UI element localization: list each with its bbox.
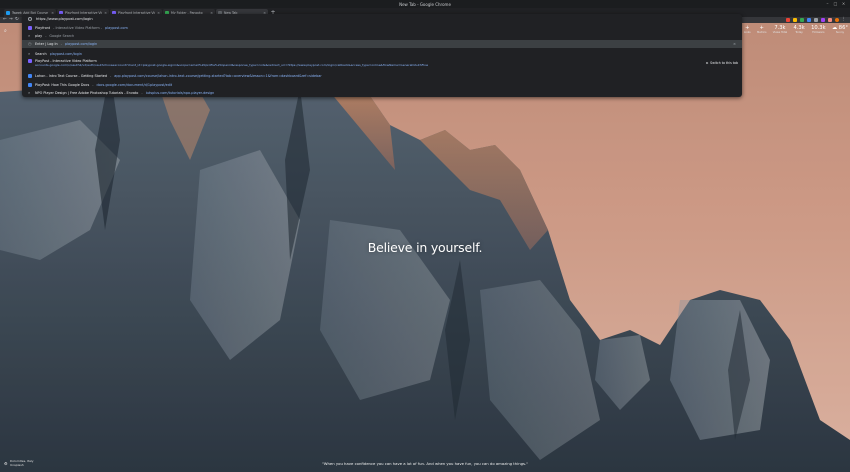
omnibox-url[interactable]: https://www.playpost.com/login	[36, 17, 93, 21]
extension-icon[interactable]	[785, 18, 790, 22]
forward-arrow-icon[interactable]: →	[9, 17, 13, 23]
widget-label: Metrics	[757, 31, 767, 34]
suggestion-title: Playfront	[35, 26, 51, 30]
suggestion-item-selected[interactable]: ◷ Enter | Log In - playpost.com/login ×	[22, 40, 742, 48]
close-icon[interactable]: ×	[841, 1, 846, 6]
extension-icon[interactable]	[806, 18, 811, 22]
extension-icon[interactable]	[799, 18, 804, 22]
profile-avatar-icon[interactable]	[834, 18, 839, 22]
minimize-icon[interactable]: –	[825, 1, 830, 6]
widget-label: Followers	[812, 31, 825, 34]
suggestion-url: docs.google.com/document/d/1playpost/edi…	[96, 82, 173, 87]
suggestion-url: playpost.com/login	[49, 52, 82, 56]
search-icon: ⌕	[28, 33, 31, 38]
suggestion-item[interactable]: PlayPost - Interactive Video Platform ac…	[22, 58, 742, 69]
search-icon[interactable]: ⌕	[4, 28, 7, 34]
suggestion-title: Enter | Log In	[35, 42, 58, 46]
settings-gear-icon[interactable]: ⚙	[4, 461, 8, 466]
back-arrow-icon[interactable]: ←	[3, 17, 7, 23]
playpost-icon	[28, 26, 32, 30]
suggestion-title: PlayPost: How This Google Docs	[35, 82, 90, 87]
suggestion-sep: -	[45, 34, 47, 38]
dashboard-widgets: + Links + Metrics 7.3k Views Total 4.3k …	[744, 25, 848, 34]
window-titlebar: New Tab - Google Chrome – □ ×	[0, 0, 850, 8]
suggestion-item[interactable]: ⌕ NPO Player Design | Free Adobe Photosh…	[22, 88, 742, 97]
omnibox-dropdown: https://www.playpost.com/login Playfront…	[22, 14, 742, 97]
suggestion-url: accounts.google.com/o/oauth2/v2/auth/oau…	[35, 63, 429, 67]
suggestion-item[interactable]: ⌕ play - Google Search	[22, 32, 742, 40]
docs-icon	[28, 82, 32, 87]
widget-label: Links	[744, 31, 751, 34]
site-favicon-icon	[28, 73, 32, 78]
extension-icon[interactable]	[792, 18, 797, 22]
widget-label: Views Total	[772, 31, 788, 34]
switch-tab-icon: ⧉	[705, 61, 709, 65]
switch-to-tab-button[interactable]: ⧉ Switch to this tab	[706, 61, 738, 65]
links-widget[interactable]: + Links	[744, 25, 751, 34]
followers-widget[interactable]: 10.3k Followers	[811, 25, 826, 34]
focus-message: Believe in yourself.	[367, 240, 483, 255]
extensions-bar: ⋮	[785, 17, 847, 23]
suggestion-sep: -	[141, 90, 143, 95]
remove-suggestion-close-icon[interactable]: ×	[733, 42, 736, 46]
omnibox-input[interactable]: https://www.playpost.com/login	[22, 14, 742, 24]
menu-kebab-icon[interactable]: ⋮	[842, 17, 847, 23]
metrics-widget[interactable]: + Metrics	[757, 25, 766, 34]
history-clock-icon: ◷	[28, 41, 32, 46]
suggestion-item[interactable]: Lahon - Intro Text Course - Getting Star…	[22, 71, 742, 80]
maximize-icon[interactable]: □	[833, 1, 838, 6]
widget-label: Today	[795, 31, 803, 34]
suggestion-url: tutsplus.com/tutorials/npo-player-design	[145, 90, 215, 95]
window-controls: – □ ×	[825, 1, 846, 6]
photo-credit[interactable]: Dolomites, Italy Unsplash	[10, 459, 34, 467]
tab-favicon-icon	[6, 11, 10, 15]
info-icon	[28, 17, 32, 21]
suggestion-title: Lahon - Intro Text Course - Getting Star…	[35, 73, 108, 78]
suggestion-sep: -	[110, 73, 112, 78]
extension-icon[interactable]	[820, 18, 825, 22]
search-icon: ⌕	[28, 89, 31, 95]
search-icon: ⌕	[28, 51, 31, 56]
suggestion-sep: -	[60, 42, 62, 46]
widget-label: Sunny	[835, 31, 845, 34]
suggestion-sep: - Interactive Video Platform -	[53, 26, 102, 30]
today-widget[interactable]: 4.3k Today	[793, 25, 804, 34]
suggestion-title: Search	[35, 52, 47, 56]
suggestion-item[interactable]: Playfront - Interactive Video Platform -…	[22, 24, 742, 32]
weather-widget[interactable]: ☁ 86° Sunny	[832, 25, 848, 34]
suggestion-item[interactable]: ⌕ Search playpost.com/login	[22, 50, 742, 58]
reload-icon[interactable]: ↻	[15, 17, 19, 23]
extension-icon[interactable]	[813, 18, 818, 22]
suggestion-url: playpost.com	[104, 26, 128, 30]
suggestion-title: play	[35, 34, 43, 38]
suggestion-sep: -	[92, 82, 94, 87]
extension-icon[interactable]	[827, 18, 832, 22]
suggestion-url: Google Search	[49, 34, 75, 38]
switch-to-tab-label: Switch to this tab	[710, 61, 738, 65]
suggestion-title: NPO Player Design | Free Adobe Photoshop…	[35, 90, 139, 95]
daily-quote[interactable]: "When you have confidence you can have a…	[0, 461, 850, 466]
views-total-widget[interactable]: 7.3k Views Total	[773, 25, 787, 34]
photo-author: Unsplash	[10, 462, 24, 467]
window-title: New Tab - Google Chrome	[399, 1, 451, 7]
suggestion-url: playpost.com/login	[64, 42, 98, 46]
suggestion-url: app.playpost.com/course/lahon-intro-text…	[114, 73, 322, 78]
